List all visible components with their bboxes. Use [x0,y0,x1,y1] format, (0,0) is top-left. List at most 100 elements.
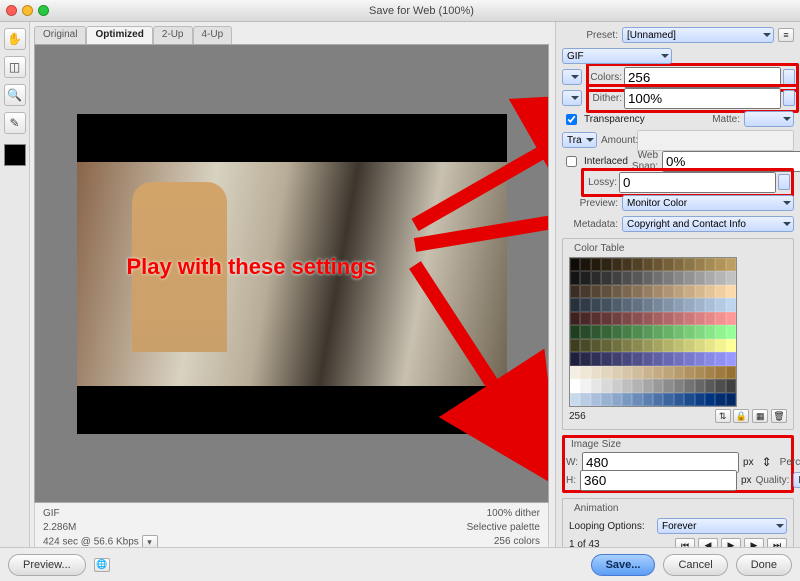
color-swatch[interactable] [570,352,580,365]
color-swatch[interactable] [726,379,736,392]
color-swatch[interactable] [653,339,663,352]
color-swatch[interactable] [632,325,642,338]
color-swatch[interactable] [601,312,611,325]
preview-button[interactable]: Preview... [8,554,86,576]
color-swatch[interactable] [622,312,632,325]
height-input[interactable] [580,470,737,491]
lossy-input[interactable] [619,172,776,193]
color-swatch[interactable] [580,352,590,365]
color-swatch[interactable] [601,339,611,352]
color-swatch[interactable] [580,379,590,392]
color-swatch[interactable] [591,393,601,406]
color-swatch[interactable] [715,271,725,284]
done-button[interactable]: Done [736,554,792,576]
color-swatch[interactable] [726,352,736,365]
color-swatch[interactable] [601,366,611,379]
color-swatch[interactable] [622,285,632,298]
color-swatch[interactable] [570,285,580,298]
color-swatch[interactable] [705,312,715,325]
color-swatch[interactable] [580,339,590,352]
color-swatch[interactable] [622,366,632,379]
close-window-button[interactable] [6,5,17,16]
color-swatch[interactable] [580,271,590,284]
reduction-select[interactable]: Selective [562,69,582,85]
color-swatch[interactable] [632,379,642,392]
color-swatch[interactable] [643,379,653,392]
color-swatch[interactable] [705,325,715,338]
color-swatch[interactable] [653,258,663,271]
color-swatch[interactable] [715,379,725,392]
color-swatch[interactable] [726,298,736,311]
color-swatch[interactable] [653,393,663,406]
color-swatch[interactable] [622,298,632,311]
color-swatch[interactable] [684,285,694,298]
color-swatch[interactable] [622,379,632,392]
color-swatch[interactable] [601,298,611,311]
color-swatch[interactable] [653,271,663,284]
color-swatch[interactable] [632,352,642,365]
color-swatch[interactable] [726,258,736,271]
color-swatch[interactable] [715,366,725,379]
color-swatch[interactable] [674,298,684,311]
tab-4up[interactable]: 4-Up [193,26,233,44]
color-swatch[interactable] [705,298,715,311]
format-select[interactable]: GIF [562,48,672,64]
color-swatch[interactable] [622,339,632,352]
color-swatch[interactable] [643,298,653,311]
color-swatch[interactable] [622,258,632,271]
lossy-stepper[interactable] [778,174,790,190]
color-swatch[interactable] [643,285,653,298]
color-swatch[interactable] [643,325,653,338]
link-icon[interactable]: ⇕ [762,455,772,469]
preset-menu-button[interactable]: ≡ [778,28,794,42]
color-swatch[interactable] [695,325,705,338]
eyedropper-tool-button[interactable]: ✎ [4,112,26,134]
color-swatch[interactable] [643,312,653,325]
color-swatch[interactable] [653,366,663,379]
color-swatch[interactable] [591,379,601,392]
color-swatch[interactable] [684,312,694,325]
color-swatch[interactable] [570,298,580,311]
color-swatch[interactable] [695,271,705,284]
color-swatch[interactable] [695,258,705,271]
tab-original[interactable]: Original [34,26,86,44]
color-swatch[interactable] [695,285,705,298]
color-swatch[interactable] [622,352,632,365]
color-swatch[interactable] [663,312,673,325]
interlaced-checkbox[interactable] [566,156,577,167]
color-swatch[interactable] [674,339,684,352]
color-swatch[interactable] [632,366,642,379]
color-swatch[interactable] [674,352,684,365]
color-swatch[interactable] [653,298,663,311]
dither-algo-select[interactable]: Diffusion [562,90,582,106]
color-swatch[interactable] [695,339,705,352]
metadata-select[interactable]: Copyright and Contact Info [622,216,794,232]
color-swatch[interactable] [715,393,725,406]
color-swatch[interactable] [612,258,622,271]
color-swatch[interactable] [580,312,590,325]
color-swatch[interactable] [663,258,673,271]
color-swatch[interactable] [663,285,673,298]
color-swatch[interactable] [726,366,736,379]
hand-tool-button[interactable]: ✋ [4,28,26,50]
color-swatch[interactable] [684,379,694,392]
slice-tool-button[interactable]: ◫ [4,56,26,78]
color-swatch[interactable] [591,352,601,365]
color-swatch[interactable] [726,339,736,352]
color-swatch[interactable] [684,325,694,338]
color-swatch[interactable] [622,271,632,284]
color-swatch[interactable] [580,298,590,311]
colors-stepper[interactable] [783,69,795,85]
preview-mode-select[interactable]: Monitor Color [622,195,794,211]
browser-preview-button[interactable]: 🌐 [94,558,110,572]
color-swatch[interactable] [622,393,632,406]
color-swatch[interactable] [643,352,653,365]
looping-select[interactable]: Forever [657,518,787,534]
color-swatch[interactable] [612,285,622,298]
color-swatch[interactable] [684,271,694,284]
color-swatch[interactable] [612,325,622,338]
color-swatch[interactable] [591,312,601,325]
color-swatch[interactable] [622,325,632,338]
color-swatch[interactable] [580,285,590,298]
color-swatch[interactable] [601,393,611,406]
